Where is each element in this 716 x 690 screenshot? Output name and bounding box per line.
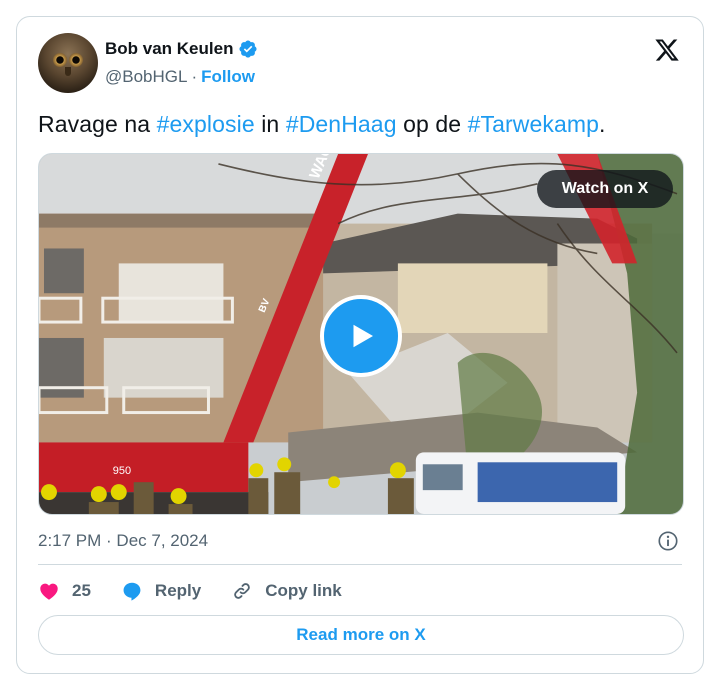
reply-bubble-icon (123, 582, 141, 601)
owl-beak (65, 67, 71, 76)
watch-on-x-button[interactable]: Watch on X (537, 170, 673, 208)
timestamp-row: 2:17 PM · Dec 7, 2024 (38, 529, 679, 553)
tweet-text: Ravage na #explosie in #DenHaag op de #T… (38, 111, 606, 138)
play-icon (353, 324, 373, 348)
tweet-card: Bob van Keulen @BobHGL · Follow Ravage n… (16, 16, 704, 674)
crane-model-text: 950 (113, 465, 131, 477)
link-icon (234, 583, 251, 599)
hashtag-tarwekamp[interactable]: #Tarwekamp (468, 111, 599, 137)
like-count: 25 (72, 581, 91, 600)
author-display-name[interactable]: Bob van Keulen (105, 39, 233, 59)
tweet-segment: op de (396, 111, 468, 137)
owl-right-eye (69, 53, 83, 67)
reply-label: Reply (154, 581, 202, 600)
follow-button[interactable]: Follow (201, 67, 255, 87)
copy-link-label: Copy link (265, 581, 342, 600)
author-handle[interactable]: @BobHGL (105, 67, 187, 87)
read-more-button[interactable]: Read more on X (38, 615, 684, 655)
owl-left-eye (53, 53, 67, 67)
info-icon[interactable] (657, 530, 679, 552)
handle-separator: · (191, 67, 198, 86)
hashtag-explosie[interactable]: #explosie (157, 111, 255, 137)
action-bar: 25 Reply Copy link (38, 577, 372, 605)
play-button[interactable] (320, 295, 402, 377)
like-button[interactable]: 25 (38, 580, 91, 602)
video-thumbnail[interactable]: 950 WAGENBURG BV (38, 153, 684, 515)
author-avatar[interactable] (38, 33, 98, 93)
x-logo-icon[interactable] (653, 37, 681, 63)
heart-icon (40, 583, 58, 600)
verified-badge-icon (239, 40, 258, 58)
tweet-segment: in (254, 111, 286, 137)
author-handle-row: @BobHGL · Follow (105, 67, 255, 87)
divider (38, 564, 682, 565)
author-name-row: Bob van Keulen (105, 39, 258, 59)
hashtag-denhaag[interactable]: #DenHaag (286, 111, 397, 137)
post-timestamp[interactable]: 2:17 PM · Dec 7, 2024 (38, 531, 208, 551)
tweet-segment: Ravage na (38, 111, 157, 137)
copy-link-button[interactable]: Copy link (231, 580, 342, 602)
tweet-segment: . (599, 111, 606, 137)
reply-button[interactable]: Reply (121, 580, 201, 602)
